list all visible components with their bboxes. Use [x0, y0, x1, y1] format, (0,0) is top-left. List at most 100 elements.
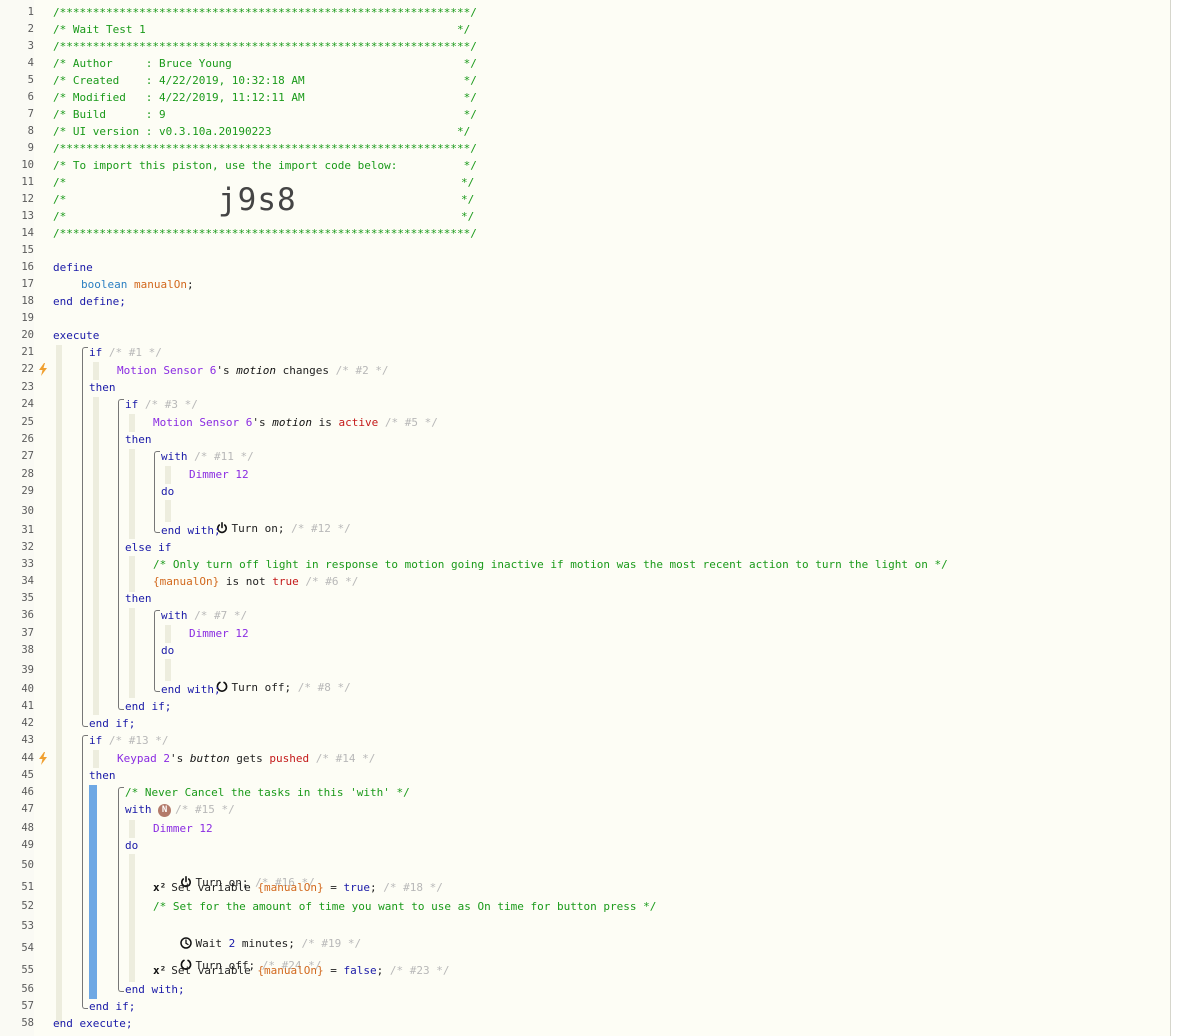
command-name: Set variable — [171, 881, 251, 894]
line-number: 11 — [21, 176, 34, 188]
command-set-variable[interactable]: x² Set variable {manualOn} = true; /* #18… — [153, 879, 443, 896]
keyword-end-execute[interactable]: end execute; — [53, 1015, 132, 1032]
marker-column — [36, 0, 47, 1036]
lightning-bolt-icon — [39, 363, 47, 376]
keyword-end-define[interactable]: end define; — [53, 293, 126, 310]
code-line: /* Modified : 4/22/2019, 11:12:11 AM */ — [53, 91, 477, 104]
condition-motion-changes[interactable]: Motion Sensor 6's motion changes /* #2 *… — [117, 362, 389, 379]
keyword-end-with[interactable]: end with; — [125, 981, 185, 998]
with-statement[interactable]: with /* #7 */ — [161, 607, 247, 624]
line-number: 37 — [21, 627, 34, 639]
device-dimmer[interactable]: Dimmer 12 — [189, 625, 249, 642]
with-statement[interactable]: with /* #11 */ — [161, 448, 254, 465]
line-number-gutter: 1 2 3 4 5 6 7 8 9 10 11 12 13 14 15 16 17 18 19 20 21 22 23 24 2… — [0, 0, 34, 1036]
line-number: 20 — [21, 329, 34, 341]
comment-open: /* — [53, 176, 67, 189]
code-line: /***************************************… — [53, 40, 477, 53]
comment-open: /* — [53, 210, 67, 223]
indent-guide — [165, 625, 171, 643]
line-number: 27 — [21, 450, 34, 462]
set-variable-icon: x² — [153, 964, 167, 977]
line-number: 51 — [21, 881, 34, 893]
if-statement[interactable]: if /* #13 */ — [89, 732, 168, 749]
value: pushed — [269, 752, 310, 765]
line-number: 46 — [21, 786, 34, 798]
command-turn-off[interactable]: Turn off; /* #24 */ — [153, 940, 321, 972]
device-dimmer[interactable]: Dimmer 12 — [189, 466, 249, 483]
line-number: 4 — [27, 57, 34, 69]
line-number: 8 — [27, 125, 34, 137]
line-number: 34 — [21, 575, 34, 587]
indent-guide — [129, 414, 135, 432]
line-number: 56 — [21, 983, 34, 995]
variable-declaration[interactable]: boolean manualOn; — [81, 276, 194, 293]
line-number: 25 — [21, 416, 34, 428]
keyword-end-if[interactable]: end if; — [125, 698, 171, 715]
keyword-end-if[interactable]: end if; — [89, 998, 135, 1015]
command-wait[interactable]: Wait 2 minutes; /* #19 */ — [153, 918, 361, 950]
line-number: 31 — [21, 524, 34, 536]
possessive: 's — [252, 416, 266, 429]
command-turn-on[interactable]: Turn on; /* #16 */ — [153, 857, 315, 889]
possessive: 's — [169, 752, 184, 765]
statement-id: /* #1 */ — [108, 346, 162, 359]
line-number: 41 — [21, 700, 34, 712]
line-number: 57 — [21, 1000, 34, 1012]
device-name: Keypad 2 — [117, 752, 170, 765]
keyword-do[interactable]: do — [125, 837, 138, 854]
line-number: 33 — [21, 558, 34, 570]
import-code[interactable]: j9s8 — [218, 182, 297, 218]
statement-id: /* #14 */ — [315, 752, 376, 765]
line-number: 13 — [21, 210, 34, 222]
if-statement[interactable]: if /* #3 */ — [125, 396, 198, 413]
variable-reference: {manualOn} — [257, 881, 324, 894]
keyword-then[interactable]: then — [125, 590, 152, 607]
if-statement[interactable]: if /* #1 */ — [89, 344, 162, 361]
with-block-bracket — [118, 787, 124, 992]
lightning-bolt-icon — [39, 752, 47, 765]
line-number: 6 — [27, 91, 34, 103]
code-line: /* UI version : v0.3.10a.20190223 */ — [53, 125, 471, 138]
line-number: 40 — [21, 683, 34, 695]
condition-manualon-not-true[interactable]: {manualOn} is not true /* #6 */ — [153, 573, 358, 590]
keyword-end-with[interactable]: end with; — [161, 522, 221, 539]
line-number: 2 — [27, 23, 34, 35]
line-number: 45 — [21, 769, 34, 781]
command-set-variable[interactable]: x² Set variable {manualOn} = false; /* #2… — [153, 962, 449, 979]
line-number: 53 — [21, 920, 34, 932]
with-block-bracket — [154, 451, 160, 533]
keyword-do[interactable]: do — [161, 642, 174, 659]
device-dimmer[interactable]: Dimmer 12 — [153, 820, 213, 837]
keyword-end-with[interactable]: end with; — [161, 681, 221, 698]
line-number: 3 — [27, 40, 34, 52]
line-number: 42 — [21, 717, 34, 729]
keyword-execute[interactable]: execute — [53, 327, 99, 344]
command-name: Turn off; — [231, 681, 292, 694]
statement-id: /* #3 */ — [144, 398, 198, 411]
command-turn-on[interactable]: Turn on; /* #12 */ — [189, 503, 351, 535]
statement-id: /* #5 */ — [384, 416, 438, 429]
line-number: 14 — [21, 227, 34, 239]
keyword-then[interactable]: then — [125, 431, 152, 448]
keyword-then[interactable]: then — [89, 767, 116, 784]
keyword-else-if[interactable]: else if — [125, 539, 171, 556]
line-number: 49 — [21, 839, 34, 851]
command-turn-off[interactable]: Turn off; /* #8 */ — [189, 662, 351, 694]
line-number: 44 — [21, 752, 34, 764]
if-block-bracket — [118, 399, 124, 710]
semicolon: ; — [376, 964, 384, 977]
condition-motion-active[interactable]: Motion Sensor 6's motion is active /* #5… — [153, 414, 438, 431]
variable-name: manualOn — [133, 278, 187, 291]
keyword-do[interactable]: do — [161, 483, 174, 500]
with-statement[interactable]: with N/* #15 */ — [125, 801, 235, 818]
keyword-end-if[interactable]: end if; — [89, 715, 135, 732]
type-boolean: boolean — [81, 278, 128, 291]
keyword-with: with — [161, 450, 188, 463]
condition-button-pushed[interactable]: Keypad 2's button gets pushed /* #14 */ — [117, 750, 375, 767]
line-number: 55 — [21, 964, 34, 976]
comparison: gets — [236, 752, 263, 765]
keyword-define[interactable]: define — [53, 259, 93, 276]
code-line: /* — [53, 174, 66, 191]
indent-guide — [56, 345, 62, 1025]
keyword-then[interactable]: then — [89, 379, 116, 396]
